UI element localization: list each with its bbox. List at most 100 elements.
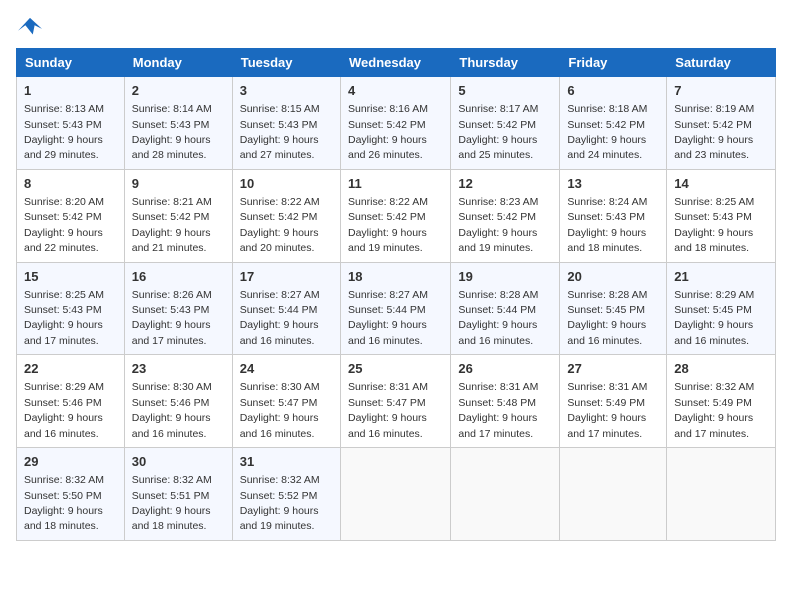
- day-info: Sunrise: 8:27 AM Sunset: 5:44 PM Dayligh…: [348, 289, 428, 347]
- day-info: Sunrise: 8:30 AM Sunset: 5:47 PM Dayligh…: [240, 381, 320, 439]
- day-number: 27: [567, 360, 659, 378]
- calendar-day-cell: 20 Sunrise: 8:28 AM Sunset: 5:45 PM Dayl…: [560, 262, 667, 355]
- day-info: Sunrise: 8:16 AM Sunset: 5:42 PM Dayligh…: [348, 103, 428, 161]
- calendar-day-cell: 11 Sunrise: 8:22 AM Sunset: 5:42 PM Dayl…: [340, 169, 450, 262]
- day-info: Sunrise: 8:20 AM Sunset: 5:42 PM Dayligh…: [24, 196, 104, 254]
- calendar-table: SundayMondayTuesdayWednesdayThursdayFrid…: [16, 48, 776, 541]
- calendar-week-row: 22 Sunrise: 8:29 AM Sunset: 5:46 PM Dayl…: [17, 355, 776, 448]
- day-number: 13: [567, 175, 659, 193]
- day-info: Sunrise: 8:23 AM Sunset: 5:42 PM Dayligh…: [458, 196, 538, 254]
- calendar-day-cell: 13 Sunrise: 8:24 AM Sunset: 5:43 PM Dayl…: [560, 169, 667, 262]
- day-number: 7: [674, 82, 768, 100]
- weekday-header-cell: Saturday: [667, 49, 776, 77]
- calendar-day-cell: 19 Sunrise: 8:28 AM Sunset: 5:44 PM Dayl…: [451, 262, 560, 355]
- day-info: Sunrise: 8:28 AM Sunset: 5:45 PM Dayligh…: [567, 289, 647, 347]
- calendar-week-row: 29 Sunrise: 8:32 AM Sunset: 5:50 PM Dayl…: [17, 448, 776, 541]
- calendar-day-cell: 10 Sunrise: 8:22 AM Sunset: 5:42 PM Dayl…: [232, 169, 340, 262]
- calendar-day-cell: 15 Sunrise: 8:25 AM Sunset: 5:43 PM Dayl…: [17, 262, 125, 355]
- day-info: Sunrise: 8:31 AM Sunset: 5:47 PM Dayligh…: [348, 381, 428, 439]
- day-number: 29: [24, 453, 117, 471]
- day-info: Sunrise: 8:29 AM Sunset: 5:45 PM Dayligh…: [674, 289, 754, 347]
- calendar-day-cell: 22 Sunrise: 8:29 AM Sunset: 5:46 PM Dayl…: [17, 355, 125, 448]
- logo: [16, 16, 48, 40]
- day-info: Sunrise: 8:19 AM Sunset: 5:42 PM Dayligh…: [674, 103, 754, 161]
- day-number: 18: [348, 268, 443, 286]
- calendar-week-row: 1 Sunrise: 8:13 AM Sunset: 5:43 PM Dayli…: [17, 77, 776, 170]
- calendar-day-cell: 7 Sunrise: 8:19 AM Sunset: 5:42 PM Dayli…: [667, 77, 776, 170]
- day-info: Sunrise: 8:25 AM Sunset: 5:43 PM Dayligh…: [674, 196, 754, 254]
- day-number: 19: [458, 268, 552, 286]
- calendar-day-cell: 29 Sunrise: 8:32 AM Sunset: 5:50 PM Dayl…: [17, 448, 125, 541]
- day-info: Sunrise: 8:14 AM Sunset: 5:43 PM Dayligh…: [132, 103, 212, 161]
- day-number: 1: [24, 82, 117, 100]
- day-number: 5: [458, 82, 552, 100]
- day-info: Sunrise: 8:13 AM Sunset: 5:43 PM Dayligh…: [24, 103, 104, 161]
- calendar-day-cell: 27 Sunrise: 8:31 AM Sunset: 5:49 PM Dayl…: [560, 355, 667, 448]
- day-number: 3: [240, 82, 333, 100]
- calendar-day-cell: 18 Sunrise: 8:27 AM Sunset: 5:44 PM Dayl…: [340, 262, 450, 355]
- day-number: 10: [240, 175, 333, 193]
- day-number: 30: [132, 453, 225, 471]
- day-info: Sunrise: 8:32 AM Sunset: 5:51 PM Dayligh…: [132, 474, 212, 532]
- day-number: 9: [132, 175, 225, 193]
- calendar-day-cell: [560, 448, 667, 541]
- calendar-day-cell: 3 Sunrise: 8:15 AM Sunset: 5:43 PM Dayli…: [232, 77, 340, 170]
- calendar-day-cell: 21 Sunrise: 8:29 AM Sunset: 5:45 PM Dayl…: [667, 262, 776, 355]
- calendar-day-cell: [667, 448, 776, 541]
- day-number: 24: [240, 360, 333, 378]
- page-wrapper: SundayMondayTuesdayWednesdayThursdayFrid…: [16, 16, 776, 541]
- day-number: 17: [240, 268, 333, 286]
- calendar-day-cell: 17 Sunrise: 8:27 AM Sunset: 5:44 PM Dayl…: [232, 262, 340, 355]
- day-info: Sunrise: 8:24 AM Sunset: 5:43 PM Dayligh…: [567, 196, 647, 254]
- logo-icon: [16, 16, 44, 40]
- day-info: Sunrise: 8:31 AM Sunset: 5:49 PM Dayligh…: [567, 381, 647, 439]
- day-number: 31: [240, 453, 333, 471]
- day-number: 20: [567, 268, 659, 286]
- weekday-header-cell: Friday: [560, 49, 667, 77]
- day-info: Sunrise: 8:18 AM Sunset: 5:42 PM Dayligh…: [567, 103, 647, 161]
- calendar-day-cell: 5 Sunrise: 8:17 AM Sunset: 5:42 PM Dayli…: [451, 77, 560, 170]
- day-number: 22: [24, 360, 117, 378]
- day-info: Sunrise: 8:32 AM Sunset: 5:50 PM Dayligh…: [24, 474, 104, 532]
- calendar-day-cell: 8 Sunrise: 8:20 AM Sunset: 5:42 PM Dayli…: [17, 169, 125, 262]
- weekday-header-cell: Wednesday: [340, 49, 450, 77]
- day-info: Sunrise: 8:17 AM Sunset: 5:42 PM Dayligh…: [458, 103, 538, 161]
- calendar-day-cell: 16 Sunrise: 8:26 AM Sunset: 5:43 PM Dayl…: [124, 262, 232, 355]
- day-number: 12: [458, 175, 552, 193]
- day-number: 28: [674, 360, 768, 378]
- day-number: 15: [24, 268, 117, 286]
- calendar-day-cell: [340, 448, 450, 541]
- weekday-header-cell: Monday: [124, 49, 232, 77]
- day-info: Sunrise: 8:21 AM Sunset: 5:42 PM Dayligh…: [132, 196, 212, 254]
- day-info: Sunrise: 8:27 AM Sunset: 5:44 PM Dayligh…: [240, 289, 320, 347]
- calendar-day-cell: 4 Sunrise: 8:16 AM Sunset: 5:42 PM Dayli…: [340, 77, 450, 170]
- calendar-day-cell: 12 Sunrise: 8:23 AM Sunset: 5:42 PM Dayl…: [451, 169, 560, 262]
- day-info: Sunrise: 8:30 AM Sunset: 5:46 PM Dayligh…: [132, 381, 212, 439]
- day-number: 26: [458, 360, 552, 378]
- day-info: Sunrise: 8:32 AM Sunset: 5:49 PM Dayligh…: [674, 381, 754, 439]
- calendar-day-cell: 31 Sunrise: 8:32 AM Sunset: 5:52 PM Dayl…: [232, 448, 340, 541]
- weekday-header-row: SundayMondayTuesdayWednesdayThursdayFrid…: [17, 49, 776, 77]
- calendar-body: 1 Sunrise: 8:13 AM Sunset: 5:43 PM Dayli…: [17, 77, 776, 541]
- day-number: 16: [132, 268, 225, 286]
- weekday-header-cell: Thursday: [451, 49, 560, 77]
- calendar-day-cell: 26 Sunrise: 8:31 AM Sunset: 5:48 PM Dayl…: [451, 355, 560, 448]
- calendar-day-cell: 25 Sunrise: 8:31 AM Sunset: 5:47 PM Dayl…: [340, 355, 450, 448]
- header: [16, 16, 776, 40]
- day-info: Sunrise: 8:28 AM Sunset: 5:44 PM Dayligh…: [458, 289, 538, 347]
- day-info: Sunrise: 8:22 AM Sunset: 5:42 PM Dayligh…: [240, 196, 320, 254]
- calendar-day-cell: 1 Sunrise: 8:13 AM Sunset: 5:43 PM Dayli…: [17, 77, 125, 170]
- day-number: 14: [674, 175, 768, 193]
- calendar-week-row: 15 Sunrise: 8:25 AM Sunset: 5:43 PM Dayl…: [17, 262, 776, 355]
- day-info: Sunrise: 8:31 AM Sunset: 5:48 PM Dayligh…: [458, 381, 538, 439]
- calendar-week-row: 8 Sunrise: 8:20 AM Sunset: 5:42 PM Dayli…: [17, 169, 776, 262]
- day-info: Sunrise: 8:29 AM Sunset: 5:46 PM Dayligh…: [24, 381, 104, 439]
- day-number: 4: [348, 82, 443, 100]
- calendar-day-cell: 2 Sunrise: 8:14 AM Sunset: 5:43 PM Dayli…: [124, 77, 232, 170]
- day-number: 6: [567, 82, 659, 100]
- day-info: Sunrise: 8:32 AM Sunset: 5:52 PM Dayligh…: [240, 474, 320, 532]
- day-info: Sunrise: 8:26 AM Sunset: 5:43 PM Dayligh…: [132, 289, 212, 347]
- day-number: 23: [132, 360, 225, 378]
- day-number: 2: [132, 82, 225, 100]
- weekday-header-cell: Sunday: [17, 49, 125, 77]
